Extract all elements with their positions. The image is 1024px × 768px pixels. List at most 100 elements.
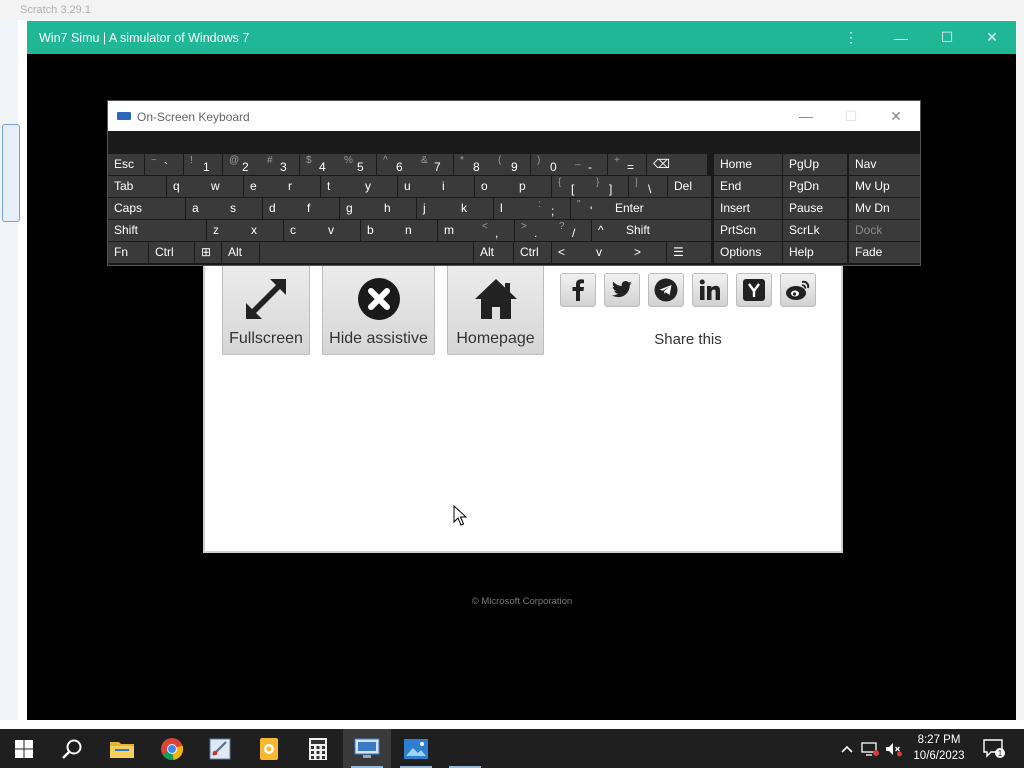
scratch-icon[interactable]	[245, 729, 293, 768]
host-side-tab[interactable]	[2, 124, 20, 222]
osk-key--[interactable]: }]	[590, 176, 628, 197]
telegram-icon[interactable]	[648, 273, 684, 307]
osk-key-2[interactable]: @2	[223, 154, 261, 175]
osk-key-nav[interactable]: Nav	[849, 154, 920, 175]
osk-key-l[interactable]: l	[494, 198, 532, 219]
osk-key-r[interactable]: r	[282, 176, 320, 197]
osk-key-3[interactable]: #3	[261, 154, 299, 175]
osk-key-4[interactable]: $4	[300, 154, 338, 175]
osk-key-7[interactable]: & 7	[415, 154, 453, 175]
osk-key-fade[interactable]: Fade	[849, 242, 920, 263]
maximize-button[interactable]: ☐	[927, 21, 967, 54]
osk-key-9[interactable]: (9	[492, 154, 530, 175]
window-titlebar[interactable]: Win7 Simu | A simulator of Windows 7 ⋮ —…	[27, 21, 1016, 54]
osk-key-space[interactable]	[260, 242, 473, 263]
osk-key-1[interactable]: ! 1	[184, 154, 222, 175]
osk-key-fn[interactable]: Fn	[108, 242, 148, 263]
osk-key--[interactable]: ⌫	[647, 154, 707, 175]
linkedin-icon[interactable]	[692, 273, 728, 307]
osk-key-8[interactable]: * 8	[454, 154, 492, 175]
osk-key-w[interactable]: w	[205, 176, 243, 197]
osk-key--[interactable]: _ -	[569, 154, 607, 175]
photos-icon[interactable]	[392, 729, 440, 768]
file-explorer-icon[interactable]	[98, 729, 146, 768]
osk-key--[interactable]: >	[628, 242, 666, 263]
osk-key-a[interactable]: a	[186, 198, 224, 219]
osk-key-d[interactable]: d	[263, 198, 301, 219]
osk-key--[interactable]: + =	[608, 154, 646, 175]
osk-key-f[interactable]: f	[301, 198, 339, 219]
close-button[interactable]: ✕	[972, 21, 1012, 54]
network-icon[interactable]	[860, 729, 880, 768]
osk-key-scrlk[interactable]: ScrLk	[783, 220, 847, 241]
osk-key-pgup[interactable]: PgUp	[783, 154, 847, 175]
osk-key-t[interactable]: t	[321, 176, 359, 197]
osk-key--[interactable]: :;	[532, 198, 570, 219]
osk-key-mv-dn[interactable]: Mv Dn	[849, 198, 920, 219]
osk-key-0[interactable]: ) 0	[531, 154, 569, 175]
osk-key-alt[interactable]: Alt	[222, 242, 259, 263]
osk-key-z[interactable]: z	[207, 220, 245, 241]
homepage-button[interactable]: Homepage	[447, 265, 544, 355]
osk-key--[interactable]: " '	[571, 198, 609, 219]
osk-key-end[interactable]: End	[714, 176, 782, 197]
osk-key-b[interactable]: b	[361, 220, 399, 241]
osk-close-button[interactable]: ✕	[874, 101, 918, 131]
osk-key-v[interactable]: v	[590, 242, 628, 263]
osk-key-c[interactable]: c	[284, 220, 322, 241]
osk-key-prtscn[interactable]: PrtScn	[714, 220, 782, 241]
hacker-news-icon[interactable]	[736, 273, 772, 307]
calculator-icon[interactable]	[294, 729, 342, 768]
osk-key-6[interactable]: ^ 6	[377, 154, 415, 175]
osk-key--[interactable]: ~ `	[145, 154, 183, 175]
osk-key-n[interactable]: n	[399, 220, 437, 241]
osk-key-shift[interactable]: Shift	[620, 220, 711, 241]
start-icon[interactable]	[0, 729, 48, 768]
osk-key-insert[interactable]: Insert	[714, 198, 782, 219]
osk-key-y[interactable]: y	[359, 176, 397, 197]
facebook-icon[interactable]	[560, 273, 596, 307]
osk-key--[interactable]: ⊞	[195, 242, 221, 263]
osk-key-esc[interactable]: Esc	[108, 154, 144, 175]
osk-key--[interactable]: ☰	[667, 242, 711, 263]
osk-key--[interactable]: {[	[552, 176, 590, 197]
osk-key-5[interactable]: % 5	[338, 154, 376, 175]
osk-key-alt[interactable]: Alt	[474, 242, 513, 263]
hide-assistive-button[interactable]: Hide assistive	[322, 265, 435, 355]
osk-key-caps[interactable]: Caps	[108, 198, 185, 219]
osk-key-h[interactable]: h	[378, 198, 416, 219]
volume-muted-icon[interactable]	[883, 729, 903, 768]
osk-key-j[interactable]: j	[417, 198, 455, 219]
osk-key-enter[interactable]: Enter	[609, 198, 711, 219]
osk-key-shift[interactable]: Shift	[108, 220, 206, 241]
osk-titlebar[interactable]: On-Screen Keyboard — ☐ ✕	[108, 101, 920, 131]
osk-key-del[interactable]: Del	[668, 176, 711, 197]
osk-key-pause[interactable]: Pause	[783, 198, 847, 219]
osk-key--[interactable]: ? /	[553, 220, 591, 241]
osk-key-i[interactable]: i	[436, 176, 474, 197]
chevron-up-icon[interactable]	[838, 729, 856, 768]
weibo-icon[interactable]	[780, 273, 816, 307]
osk-key-home[interactable]: Home	[714, 154, 782, 175]
twitter-icon[interactable]	[604, 273, 640, 307]
osk-key-options[interactable]: Options	[714, 242, 782, 263]
paint-icon[interactable]	[196, 729, 244, 768]
osk-key-o[interactable]: o	[475, 176, 513, 197]
system-clock[interactable]: 8:27 PM 10/6/2023	[905, 732, 973, 764]
osk-key-p[interactable]: p	[513, 176, 551, 197]
blank-app-icon[interactable]	[441, 729, 489, 768]
osk-key--[interactable]: <,	[476, 220, 514, 241]
osk-key-k[interactable]: k	[455, 198, 493, 219]
osk-key-q[interactable]: q	[167, 176, 205, 197]
remote-desktop-icon[interactable]	[343, 729, 391, 768]
osk-key-x[interactable]: x	[245, 220, 283, 241]
osk-minimize-button[interactable]: —	[784, 101, 828, 131]
osk-key-ctrl[interactable]: Ctrl	[149, 242, 194, 263]
osk-key--[interactable]: >.	[515, 220, 553, 241]
osk-key-u[interactable]: u	[398, 176, 436, 197]
osk-key-g[interactable]: g	[340, 198, 378, 219]
osk-key-pgdn[interactable]: PgDn	[783, 176, 847, 197]
more-options-button[interactable]: ⋮	[831, 21, 871, 54]
osk-key-tab[interactable]: Tab	[108, 176, 166, 197]
fullscreen-button[interactable]: Fullscreen	[222, 265, 310, 355]
